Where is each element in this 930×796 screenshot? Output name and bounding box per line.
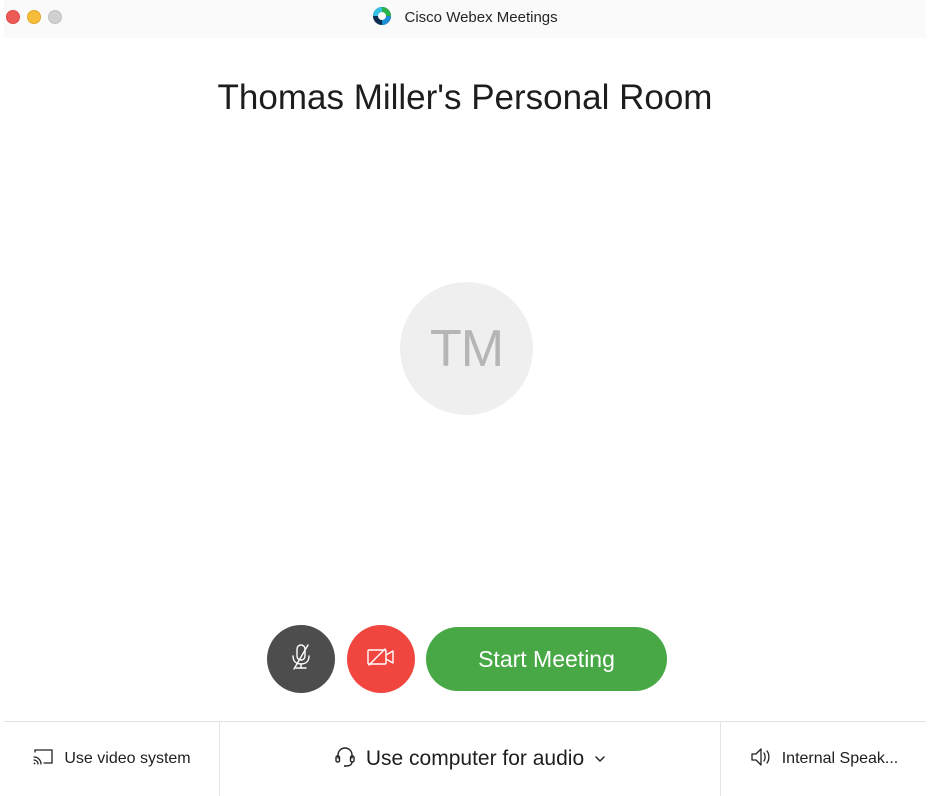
headset-icon bbox=[334, 745, 356, 774]
speaker-icon bbox=[749, 746, 773, 773]
chevron-down-icon bbox=[594, 750, 606, 768]
start-meeting-label: Start Meeting bbox=[478, 645, 615, 672]
window-title-area: Cisco Webex Meetings bbox=[4, 7, 926, 29]
speaker-label: Internal Speak... bbox=[781, 750, 899, 767]
speaker-selection-button[interactable]: Internal Speak... bbox=[749, 746, 899, 773]
avatar: TM bbox=[400, 282, 533, 415]
audio-connection-label: Use computer for audio bbox=[365, 747, 585, 770]
use-video-system-label: Use video system bbox=[64, 750, 191, 767]
video-toggle-button[interactable] bbox=[347, 625, 415, 693]
avatar-initials: TM bbox=[429, 319, 504, 378]
webex-window: Cisco Webex Meetings Thomas Miller's Per… bbox=[0, 0, 930, 796]
microphone-muted-icon bbox=[289, 642, 313, 677]
video-off-icon bbox=[366, 646, 396, 673]
title-bar: Cisco Webex Meetings bbox=[4, 0, 926, 38]
mute-button[interactable] bbox=[267, 625, 335, 693]
webex-logo-icon bbox=[372, 6, 392, 26]
cast-icon bbox=[32, 748, 54, 771]
window-title: Cisco Webex Meetings bbox=[404, 9, 558, 27]
audio-connection-dropdown[interactable]: Use computer for audio bbox=[334, 745, 606, 774]
bottom-bar-audio-section: Use computer for audio bbox=[220, 722, 721, 796]
bottom-bar-video-system-section: Use video system bbox=[4, 722, 220, 796]
bottom-bar-speaker-section: Internal Speak... bbox=[721, 722, 926, 796]
start-meeting-button[interactable]: Start Meeting bbox=[426, 627, 667, 691]
room-title: Thomas Miller's Personal Room bbox=[217, 78, 713, 117]
use-video-system-button[interactable]: Use video system bbox=[32, 748, 191, 771]
